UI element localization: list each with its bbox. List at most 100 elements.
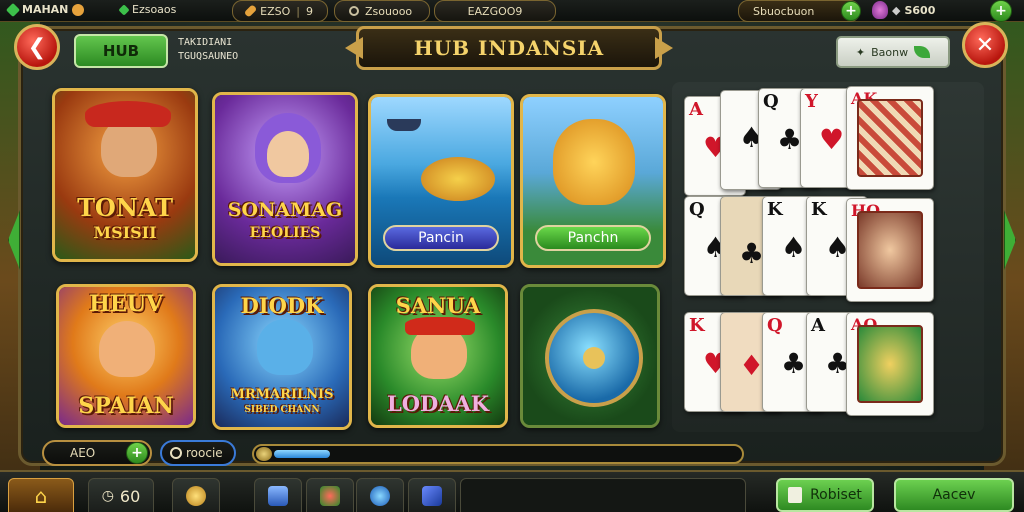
character-portrait: [99, 321, 155, 377]
potion-icon: [872, 1, 888, 19]
character-portrait: [257, 319, 313, 375]
club-suit-icon: ♣: [781, 347, 807, 380]
club-suit-icon: ♣: [739, 237, 765, 270]
game-tile-subtitle: MRMARILNIS: [230, 387, 334, 402]
shop-tab[interactable]: [306, 478, 354, 512]
hub-subtitle-line2: TGUQSAUNEO: [178, 51, 239, 62]
back-arrow-icon: ❮: [27, 34, 47, 60]
browse-button-label: Baonw: [871, 45, 909, 59]
home-icon: ⌂: [34, 484, 48, 508]
robiset-button-label: Robiset: [810, 487, 862, 503]
bottom-nav-bar: ⌂ ◷ 60 Robiset Aacev: [0, 470, 1024, 512]
boat-icon: [387, 119, 421, 131]
game-tile-8[interactable]: [520, 284, 660, 428]
gem-bag-icon: [320, 486, 340, 506]
aacev-button-label: Aacev: [932, 487, 976, 503]
player-name: MAHAN: [22, 3, 69, 16]
box-icon: [268, 486, 288, 506]
browse-button[interactable]: ✦ Baonw: [836, 36, 950, 68]
coin-icon: [186, 486, 206, 506]
compass-center-icon: [583, 347, 605, 369]
search-field[interactable]: roocie: [160, 440, 236, 466]
right-status-pill[interactable]: Sbuocbuon +: [738, 0, 861, 22]
currency-3-pill[interactable]: Zsouooo: [334, 0, 430, 22]
panchn-button[interactable]: Panchn: [535, 225, 651, 251]
card-rank: K: [689, 315, 705, 336]
card-rank: Q: [767, 315, 783, 336]
world-tab[interactable]: [356, 478, 404, 512]
hub-button[interactable]: HUB: [74, 34, 168, 68]
game-tile-subtitle: EEOLIES: [249, 225, 321, 241]
game-tile-title: SANUA: [395, 293, 481, 318]
search-field-value: roocie: [186, 446, 223, 460]
currency-2-pill[interactable]: EZSO | 9: [232, 0, 328, 22]
timer-tab[interactable]: ◷ 60: [88, 478, 154, 512]
game-tile-caption: SIBED CHANN: [244, 405, 320, 415]
game-tile-1[interactable]: TONAT MSISII: [52, 88, 198, 262]
card-portrait: [857, 211, 923, 289]
top-status-bar: MAHAN Ezsoaos EZSO | 9 Zsouooo EAZGOO9 S…: [0, 0, 1024, 22]
game-tile-2[interactable]: SONAMAG EEOLIES: [212, 92, 358, 266]
red-cap-icon: [405, 317, 475, 335]
increase-amount-button[interactable]: +: [126, 442, 148, 464]
game-tile-5[interactable]: HEUV SPAIAN: [56, 284, 196, 428]
amount-field-value: AEO: [70, 446, 96, 460]
gem-icon: [5, 2, 21, 17]
heart-suit-icon: ♥: [819, 123, 845, 156]
right-value: ◆ S600: [872, 1, 935, 19]
home-tab[interactable]: ⌂: [8, 478, 74, 512]
club-suit-icon: ♣: [777, 123, 803, 156]
arrow-right-icon: ✦: [855, 45, 866, 59]
page-title-banner: HUB INDANSIA: [356, 26, 662, 70]
currency-1: Ezsoaos: [118, 3, 176, 16]
game-tile-4[interactable]: Panchn: [520, 94, 666, 268]
diamond-suit-icon: ♦: [739, 349, 765, 382]
game-tile-subtitle: LODAAK: [386, 391, 490, 416]
game-tile-7[interactable]: SANUA LODAAK: [368, 284, 508, 428]
currency-2-count: 9: [306, 4, 313, 18]
hub-subtitle: TAKIDIANI TGUQSAUNEO: [178, 36, 238, 64]
close-button[interactable]: ✕: [962, 22, 1008, 68]
progress-fill: [274, 450, 330, 458]
timer-value: 60: [119, 486, 141, 506]
fish-icon: [421, 157, 495, 201]
card-art: [857, 325, 923, 403]
map-tab[interactable]: [408, 478, 456, 512]
right-value-text: S600: [904, 3, 936, 17]
currency-4-label: EAZGOO9: [467, 4, 523, 18]
character-portrait: [267, 131, 309, 177]
add-gems-button[interactable]: +: [990, 0, 1012, 22]
currency-4-pill[interactable]: EAZGOO9: [434, 0, 556, 22]
ring-icon: [349, 6, 359, 16]
card-rank: Y: [805, 91, 818, 112]
game-tile-6[interactable]: DIODK MRMARILNIS SIBED CHANN: [212, 284, 352, 430]
game-tile-title: HEUV: [89, 291, 163, 317]
cowboy-hat-icon: [85, 101, 171, 127]
panchn-label: Panchn: [567, 230, 619, 246]
timer-icon: ◷: [101, 488, 114, 504]
game-tile-subtitle: SPAIAN: [78, 393, 174, 419]
face-card[interactable]: HQ: [846, 198, 934, 302]
player-info: MAHAN: [5, 2, 85, 17]
back-button[interactable]: ❮: [14, 24, 60, 70]
search-icon: [170, 447, 182, 459]
inventory-tab[interactable]: [254, 478, 302, 512]
spade-suit-icon: ♠: [781, 231, 807, 264]
pancin-label: Pancin: [418, 230, 464, 246]
add-currency-button[interactable]: +: [841, 1, 861, 21]
face-card[interactable]: AK: [846, 86, 934, 190]
aacev-button[interactable]: Aacev: [894, 478, 1014, 512]
coin-tab[interactable]: [172, 478, 220, 512]
page-title: HUB INDANSIA: [413, 36, 605, 60]
nav-spacer: [460, 478, 746, 512]
face-card[interactable]: AQ: [846, 312, 934, 416]
pancin-button[interactable]: Pancin: [383, 225, 499, 251]
card-rank: Q: [689, 199, 705, 220]
robiset-button[interactable]: Robiset: [776, 478, 874, 512]
heart-icon: [72, 3, 85, 16]
game-tile-3[interactable]: Pancin: [368, 94, 514, 268]
globe-icon: [370, 486, 390, 506]
card-rank: K: [811, 199, 827, 220]
currency-3-label: Zsouooo: [365, 4, 413, 18]
hub-subtitle-line1: TAKIDIANI: [178, 37, 233, 48]
